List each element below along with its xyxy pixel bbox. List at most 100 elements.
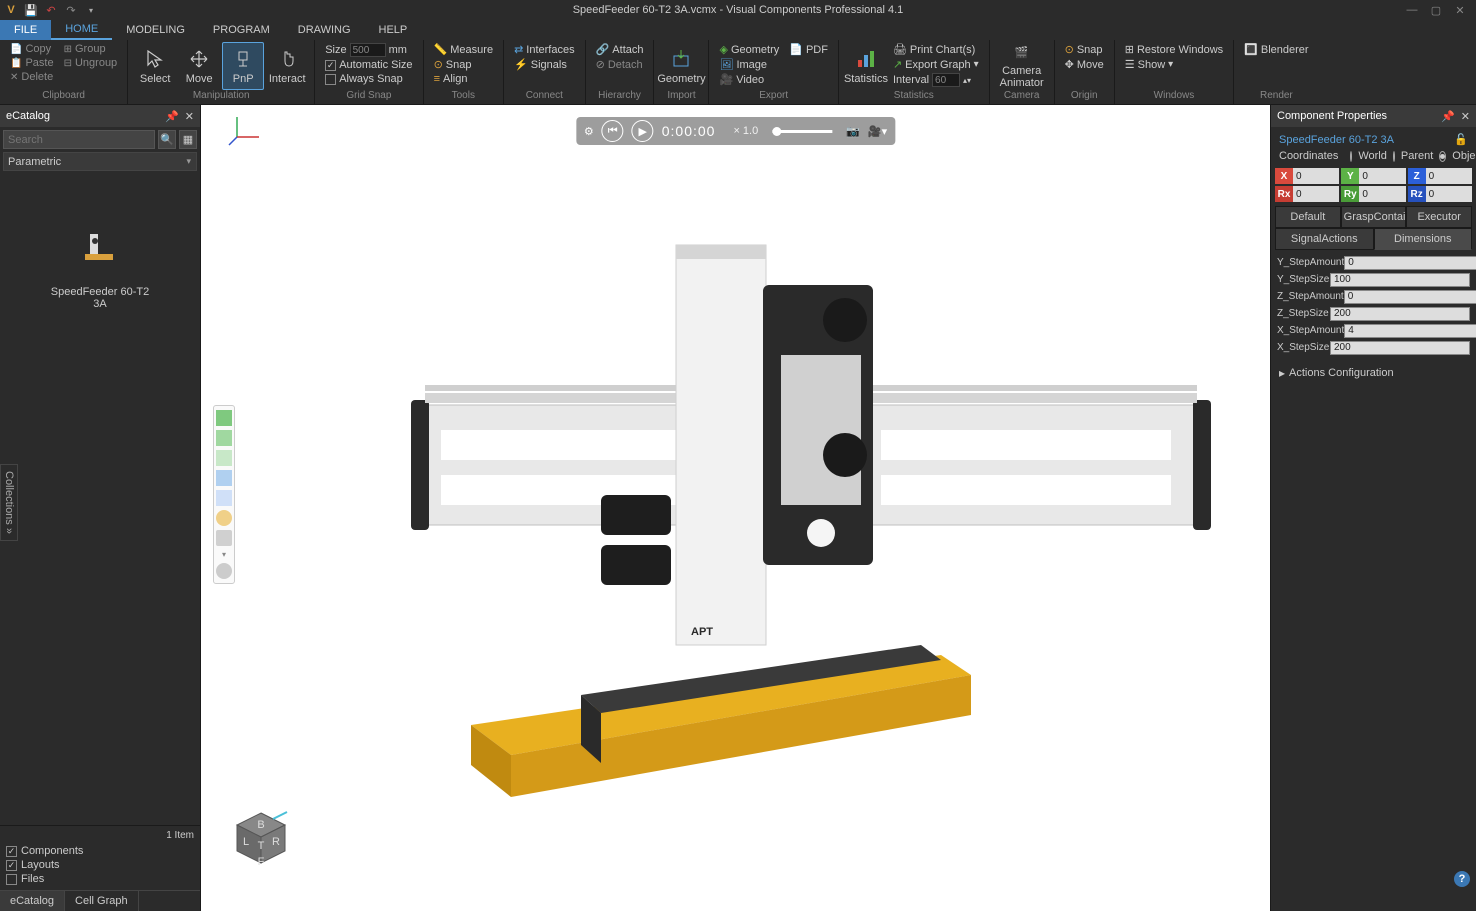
z-stepamount-input[interactable] bbox=[1344, 290, 1476, 304]
tab-signalactions[interactable]: SignalActions bbox=[1275, 228, 1374, 250]
pin-icon[interactable]: 📌 bbox=[165, 110, 179, 123]
measure-button[interactable]: 📏Measure bbox=[430, 42, 498, 57]
play-button[interactable]: ▶ bbox=[632, 120, 654, 142]
import-geometry-button[interactable]: Geometry bbox=[660, 42, 702, 90]
signals-button[interactable]: ⚡Signals bbox=[510, 57, 579, 72]
panel-close-icon[interactable]: ✕ bbox=[185, 110, 194, 123]
y-stepsize-input[interactable] bbox=[1330, 273, 1470, 287]
radio-parent[interactable] bbox=[1393, 151, 1395, 162]
view-mode-1-icon[interactable] bbox=[216, 430, 232, 446]
gridsnap-size-input[interactable] bbox=[350, 43, 386, 57]
gridsnap-auto-checkbox[interactable]: ✓Automatic Size bbox=[321, 58, 416, 72]
maximize-icon[interactable]: ▢ bbox=[1428, 2, 1444, 18]
tab-grasp[interactable]: GraspContainer bbox=[1341, 206, 1407, 228]
save-icon[interactable]: 💾 bbox=[22, 1, 40, 19]
y-stepamount-input[interactable] bbox=[1344, 256, 1476, 270]
interfaces-button[interactable]: ⇄Interfaces bbox=[510, 42, 579, 57]
view-mode-5-icon[interactable] bbox=[216, 510, 232, 526]
view-mode-2-icon[interactable] bbox=[216, 450, 232, 466]
rewind-button[interactable]: ⏮ bbox=[602, 120, 624, 142]
tab-drawing[interactable]: DRAWING bbox=[284, 20, 365, 40]
export-geometry-button[interactable]: ◈Geometry bbox=[715, 42, 783, 57]
rx-input[interactable]: 0 bbox=[1293, 186, 1339, 202]
redo-icon[interactable]: ↷ bbox=[62, 1, 80, 19]
select-button[interactable]: Select bbox=[134, 42, 176, 90]
help-button[interactable]: ? bbox=[1454, 871, 1470, 887]
x-stepamount-input[interactable] bbox=[1344, 324, 1476, 338]
record-icon[interactable]: 🎥▾ bbox=[868, 125, 887, 138]
paste-button[interactable]: 📋Paste bbox=[6, 56, 58, 70]
tab-cellgraph[interactable]: Cell Graph bbox=[65, 891, 139, 911]
group-button[interactable]: ⊞Group bbox=[60, 42, 122, 56]
tab-default[interactable]: Default bbox=[1275, 206, 1341, 228]
detach-button[interactable]: ⊘Detach bbox=[592, 57, 648, 72]
ungroup-button[interactable]: ⊟Ungroup bbox=[60, 56, 122, 70]
export-graph-button[interactable]: ↗Export Graph▾ bbox=[889, 57, 983, 72]
z-stepsize-input[interactable] bbox=[1330, 307, 1470, 321]
search-input[interactable] bbox=[3, 130, 155, 149]
view-mode-7-icon[interactable] bbox=[216, 563, 232, 579]
align-button[interactable]: ≡Align bbox=[430, 72, 498, 86]
camera-mode-icon[interactable]: 📷 bbox=[846, 125, 860, 138]
tab-help[interactable]: HELP bbox=[365, 20, 422, 40]
rz-input[interactable]: 0 bbox=[1426, 186, 1472, 202]
x-input[interactable]: 0 bbox=[1293, 168, 1339, 184]
interval-input[interactable] bbox=[932, 73, 960, 87]
filter-components-checkbox[interactable]: ✓Components bbox=[6, 844, 194, 858]
settings-icon[interactable]: ⚙ bbox=[584, 125, 594, 138]
viewport-3d[interactable]: ⚙ ⏮ ▶ 0:00:00 × 1.0 📷 🎥▾ ▾ bbox=[201, 105, 1270, 911]
lock-icon[interactable]: 🔓 bbox=[1454, 133, 1468, 146]
move-button[interactable]: Move bbox=[178, 42, 220, 90]
tab-program[interactable]: PROGRAM bbox=[199, 20, 284, 40]
collections-tab[interactable]: Collections » bbox=[0, 464, 18, 541]
z-input[interactable]: 0 bbox=[1426, 168, 1472, 184]
blenderer-button[interactable]: 🔳Blenderer bbox=[1240, 42, 1312, 57]
gridsnap-always-checkbox[interactable]: Always Snap bbox=[321, 72, 416, 86]
pnp-button[interactable]: PnP bbox=[222, 42, 264, 90]
playback-speed[interactable]: × 1.0 bbox=[733, 125, 758, 137]
origin-snap-button[interactable]: ⊙Snap bbox=[1061, 42, 1108, 57]
radio-world[interactable] bbox=[1350, 151, 1352, 162]
export-pdf-button[interactable]: 📄PDF bbox=[785, 42, 832, 57]
tab-file[interactable]: FILE bbox=[0, 20, 51, 40]
radio-object[interactable] bbox=[1439, 151, 1446, 162]
restore-windows-button[interactable]: ⊞Restore Windows bbox=[1121, 42, 1227, 57]
tab-dimensions[interactable]: Dimensions bbox=[1374, 228, 1473, 250]
qat-dropdown-icon[interactable]: ▾ bbox=[82, 1, 100, 19]
delete-button[interactable]: ✕Delete bbox=[6, 70, 58, 84]
toolbar-expand-icon[interactable]: ▾ bbox=[216, 550, 232, 559]
minimize-icon[interactable]: — bbox=[1404, 2, 1420, 18]
camera-animator-button[interactable]: 🎬CameraAnimator bbox=[996, 42, 1048, 90]
filter-files-checkbox[interactable]: Files bbox=[6, 872, 194, 886]
close-icon[interactable]: ✕ bbox=[1452, 2, 1468, 18]
tab-executor[interactable]: Executor bbox=[1406, 206, 1472, 228]
properties-close-icon[interactable]: ✕ bbox=[1461, 110, 1470, 123]
view-mode-3-icon[interactable] bbox=[216, 470, 232, 486]
actions-config-section[interactable]: ▸ Actions Configuration bbox=[1271, 360, 1476, 386]
view-mode-6-icon[interactable] bbox=[216, 530, 232, 546]
tab-home[interactable]: HOME bbox=[51, 20, 112, 40]
statistics-button[interactable]: Statistics bbox=[845, 42, 887, 90]
attach-button[interactable]: 🔗Attach bbox=[592, 42, 648, 57]
snap-button[interactable]: ⊙Snap bbox=[430, 57, 498, 72]
view-cube[interactable]: B L T R F bbox=[229, 807, 293, 871]
origin-move-button[interactable]: ✥Move bbox=[1061, 57, 1108, 72]
ry-input[interactable]: 0 bbox=[1359, 186, 1405, 202]
category-combo[interactable]: Parametric bbox=[3, 152, 197, 171]
filter-layouts-checkbox[interactable]: ✓Layouts bbox=[6, 858, 194, 872]
print-charts-button[interactable]: 🖨Print Chart(s) bbox=[889, 42, 983, 57]
view-mode-4-icon[interactable] bbox=[216, 490, 232, 506]
y-input[interactable]: 0 bbox=[1359, 168, 1405, 184]
show-menu-button[interactable]: ☰Show▾ bbox=[1121, 57, 1227, 72]
tab-ecatalog[interactable]: eCatalog bbox=[0, 891, 65, 911]
fill-mode-icon[interactable] bbox=[216, 410, 232, 426]
copy-button[interactable]: 📄Copy bbox=[6, 42, 58, 56]
export-video-button[interactable]: 🎥Video bbox=[715, 72, 783, 87]
playback-slider[interactable] bbox=[772, 130, 832, 133]
catalog-item[interactable]: SpeedFeeder 60-T2 3A bbox=[50, 224, 150, 310]
x-stepsize-input[interactable] bbox=[1330, 341, 1470, 355]
search-icon[interactable]: 🔍 bbox=[158, 130, 176, 149]
undo-icon[interactable]: ↶ bbox=[42, 1, 60, 19]
export-image-button[interactable]: 🖼Image bbox=[715, 57, 783, 72]
properties-pin-icon[interactable]: 📌 bbox=[1441, 110, 1455, 123]
